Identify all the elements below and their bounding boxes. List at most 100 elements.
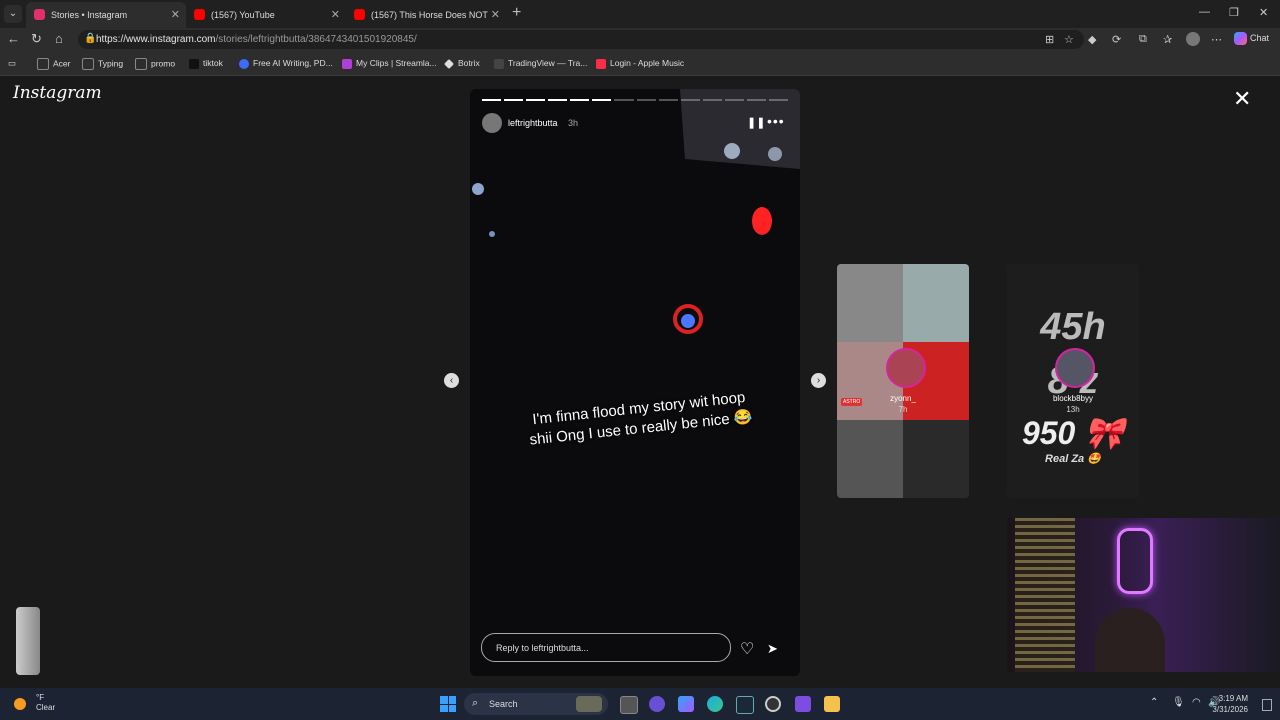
progress-segment	[504, 99, 524, 101]
edge-icon[interactable]	[707, 696, 723, 712]
previous-story-arrow-icon[interactable]: ‹	[444, 373, 459, 388]
close-tab-icon[interactable]: ✕	[491, 8, 500, 21]
reply-box[interactable]	[481, 633, 731, 662]
close-window-icon[interactable]: ✕	[1259, 6, 1268, 19]
bookmark-apple-music[interactable]: Login - Apple Music	[596, 58, 684, 69]
bookmarks-bar: ▭ Acer Typing promo tiktok Free AI Writi…	[0, 52, 1280, 76]
windows-start-icon[interactable]	[440, 696, 456, 712]
preview-photo	[903, 264, 969, 342]
preview-time: 13h	[1066, 405, 1080, 414]
next-story-arrow-icon[interactable]: ›	[811, 373, 826, 388]
preview-username: zyonn_	[890, 394, 916, 403]
more-menu-icon[interactable]: ⋯	[1211, 33, 1222, 46]
story-video-frame	[470, 89, 800, 676]
split-screen-icon[interactable]: ⊞	[1045, 33, 1054, 46]
bookmark-typing[interactable]: Typing	[82, 58, 123, 70]
bookmark-botrix[interactable]: Botrix	[444, 58, 480, 69]
close-stories-icon[interactable]: ✕	[1233, 88, 1251, 110]
copilot-taskbar-icon[interactable]	[678, 696, 694, 712]
progress-segment	[746, 99, 767, 101]
extensions-icon[interactable]: ⧉	[1139, 33, 1147, 46]
streamlabs-icon[interactable]	[795, 696, 811, 712]
back-icon[interactable]: ←	[7, 31, 20, 46]
next-story-preview-blockb8byy[interactable]: 45h 8 z blockb8byy 13h 950 🎀 Real Za 🤩	[1007, 264, 1139, 498]
progress-segment	[526, 99, 546, 101]
file-explorer-icon[interactable]	[824, 696, 840, 712]
favorite-star-icon[interactable]: ☆	[1064, 33, 1074, 46]
bookmark-my-clips[interactable]: My Clips | Streamla...	[342, 58, 437, 69]
progress-segment	[769, 99, 789, 101]
progress-segment	[680, 99, 700, 101]
restore-icon[interactable]: ❐	[1229, 6, 1239, 19]
url-text: https://www.instagram.com/stories/leftri…	[96, 34, 417, 45]
folder-icon	[135, 58, 147, 70]
clips-icon	[342, 58, 352, 69]
preview-avatar	[1055, 348, 1095, 388]
tiktok-icon	[189, 58, 199, 69]
bookmark-promo[interactable]: promo	[135, 58, 175, 70]
story-header: leftrightbutta 3h ❚❚ •••	[482, 111, 788, 135]
progress-segment	[592, 99, 612, 101]
taskbar-search[interactable]: ⌕ Search	[464, 693, 608, 715]
minimize-icon[interactable]: —	[1199, 6, 1210, 18]
more-options-icon[interactable]: •••	[767, 113, 785, 129]
bookmark-acer[interactable]: Acer	[37, 58, 70, 70]
task-view-icon[interactable]	[620, 696, 638, 714]
webcam-overlay	[1007, 518, 1280, 672]
send-icon[interactable]: ➤	[767, 641, 778, 657]
preview-photo	[903, 420, 969, 498]
bookmark-free-ai-writing[interactable]: Free AI Writing, PD...	[239, 58, 333, 69]
home-icon[interactable]: ⌂	[55, 31, 63, 46]
tab-instagram[interactable]: Stories • Instagram ✕	[26, 2, 186, 28]
progress-segment	[482, 99, 502, 101]
tab-youtube-video[interactable]: (1567) This Horse Does NOT Fear Anything…	[346, 2, 506, 28]
discord-icon[interactable]	[649, 696, 665, 712]
taskbar-clock[interactable]: 3:19 AM 3/31/2026	[1200, 693, 1248, 715]
tab-youtube[interactable]: (1567) YouTube ✕	[186, 2, 346, 28]
instagram-logo[interactable]: Instagram	[13, 83, 102, 103]
folder-icon	[82, 58, 94, 70]
close-tab-icon[interactable]: ✕	[171, 8, 180, 21]
new-tab-icon[interactable]: +	[512, 4, 521, 22]
youtube-favicon-icon	[354, 9, 365, 20]
progress-segment	[548, 99, 568, 101]
close-tab-icon[interactable]: ✕	[331, 8, 340, 21]
extension-diamond-icon[interactable]: ◆	[1088, 33, 1096, 46]
next-story-preview-zyonn[interactable]: ASTRO zyonn_ 7h	[837, 264, 969, 498]
story-progress-bar	[482, 99, 789, 101]
profile-avatar[interactable]	[1186, 32, 1200, 46]
steam-icon[interactable]	[736, 696, 754, 714]
story-username[interactable]: leftrightbutta	[508, 118, 558, 128]
instagram-favicon-icon	[34, 9, 45, 20]
refresh-extension-icon[interactable]: ⟳	[1112, 33, 1121, 46]
preview-photo	[837, 420, 903, 498]
heart-icon[interactable]: ♡	[740, 639, 754, 659]
tab-title: (1567) YouTube	[211, 10, 275, 20]
bookmark-tradingview[interactable]: TradingView — Tra...	[494, 58, 587, 69]
weather-widget[interactable]: °F Clear	[36, 693, 55, 713]
preview-big-text: 45h	[1040, 306, 1106, 348]
globe-icon	[239, 58, 249, 69]
notifications-icon[interactable]	[1262, 699, 1272, 711]
address-bar-row: ← ↻ ⌂ 🔒 https://www.instagram.com/storie…	[0, 28, 1280, 52]
search-icon: ⌕	[472, 697, 479, 709]
webcam-person	[1095, 608, 1165, 672]
microphone-icon[interactable]: 🎙	[1172, 697, 1185, 708]
reply-input[interactable]	[494, 638, 718, 658]
url-bar[interactable]: 🔒 https://www.instagram.com/stories/left…	[78, 30, 1084, 49]
show-hidden-icons-icon[interactable]: ⌃	[1150, 697, 1158, 708]
obs-icon[interactable]	[765, 696, 781, 712]
refresh-icon[interactable]: ↻	[31, 31, 42, 47]
weather-icon	[14, 698, 26, 710]
story-viewer[interactable]: leftrightbutta 3h ❚❚ ••• I'm finna flood…	[470, 89, 800, 676]
tab-actions-menu-icon[interactable]: ⌄	[4, 5, 22, 23]
story-time: 3h	[568, 118, 579, 128]
story-user-avatar[interactable]	[482, 113, 502, 133]
webcam-blinds	[1015, 518, 1075, 672]
pause-icon[interactable]: ❚❚	[747, 116, 765, 129]
favorites-icon[interactable]: ✰	[1163, 33, 1172, 46]
reading-view-icon[interactable]: ▭	[8, 58, 16, 69]
progress-segment	[702, 99, 722, 101]
bookmark-tiktok[interactable]: tiktok	[189, 58, 223, 69]
copilot-chat-button[interactable]: Chat	[1234, 32, 1269, 45]
